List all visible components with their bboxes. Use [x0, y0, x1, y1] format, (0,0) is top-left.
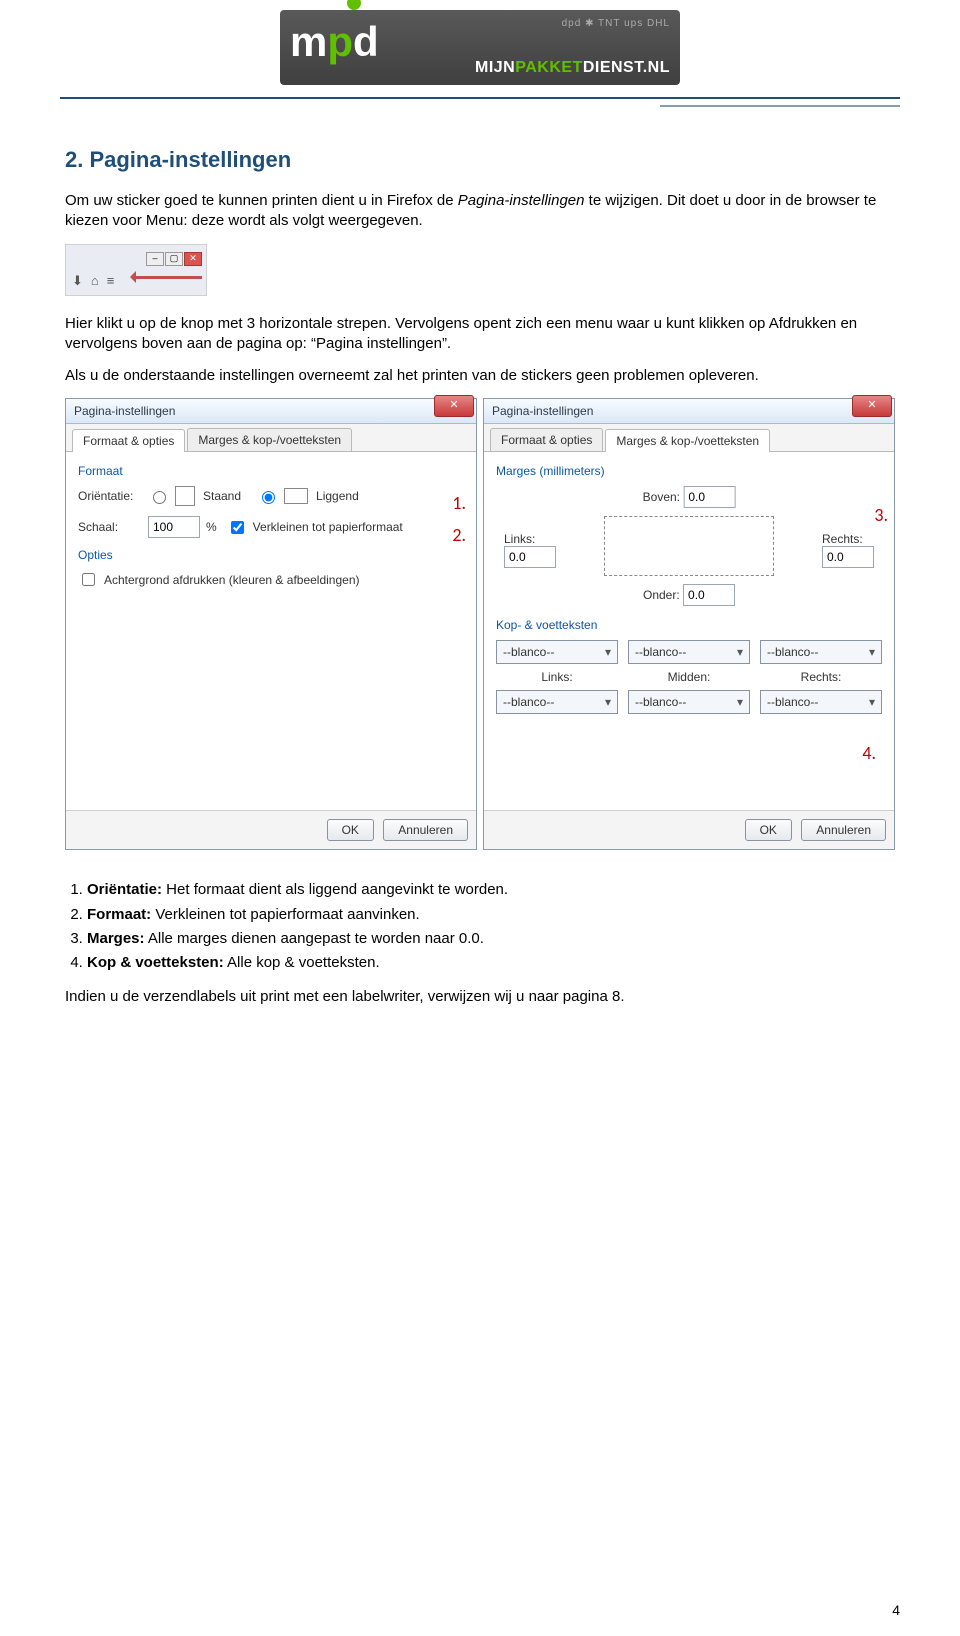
close-icon[interactable]: ✕ [852, 395, 892, 417]
divider [60, 97, 900, 99]
scale-input[interactable] [148, 516, 200, 538]
annotation-4: 4. [862, 742, 876, 764]
menu-icon: ≡ [107, 273, 115, 288]
ok-button[interactable]: OK [745, 819, 792, 841]
margin-top-input[interactable] [683, 486, 735, 508]
header-center-select[interactable]: --blanco-- [628, 640, 750, 664]
tab-format-opties[interactable]: Formaat & opties [72, 429, 185, 452]
header-left-select[interactable]: --blanco-- [496, 640, 618, 664]
margin-bottom-input[interactable] [683, 584, 735, 606]
ok-button[interactable]: OK [327, 819, 374, 841]
footer-left-select[interactable]: --blanco-- [496, 690, 618, 714]
page-setup-dialog-marges: Pagina-instellingen ✕ Formaat & opties M… [483, 398, 895, 850]
intro-paragraph-2: Hier klikt u op de knop met 3 horizontal… [65, 314, 895, 355]
intro-paragraph-3: Als u de onderstaande instellingen overn… [65, 366, 895, 386]
closing-paragraph: Indien u de verzendlabels uit print met … [65, 987, 895, 1007]
checkbox-verkleinen[interactable] [231, 521, 244, 534]
tab-marges[interactable]: Marges & kop-/voetteksten [605, 429, 770, 452]
footer-right-select[interactable]: --blanco-- [760, 690, 882, 714]
header-right-select[interactable]: --blanco-- [760, 640, 882, 664]
close-icon[interactable]: ✕ [434, 395, 474, 417]
margin-left-input[interactable] [504, 546, 556, 568]
footer-center-select[interactable]: --blanco-- [628, 690, 750, 714]
margin-right-input[interactable] [822, 546, 874, 568]
cancel-button[interactable]: Annuleren [383, 819, 468, 841]
checkbox-achtergrond[interactable] [82, 573, 95, 586]
dialog-title: Pagina-instellingen [74, 404, 175, 418]
landscape-icon [284, 488, 308, 504]
tab-format-opties[interactable]: Formaat & opties [490, 428, 603, 451]
radio-staand[interactable] [153, 491, 166, 504]
annotation-2: 2. [452, 524, 466, 546]
download-icon: ⬇ [72, 273, 83, 289]
page-number: 4 [892, 1602, 900, 1618]
red-arrow-icon [124, 272, 202, 282]
intro-paragraph-1: Om uw sticker goed te kunnen printen die… [65, 191, 895, 232]
tab-marges[interactable]: Marges & kop-/voetteksten [187, 428, 352, 451]
header-logo: mpd dpd ✱ TNT ups DHL MIJNPAKKETDIENST.N… [0, 0, 960, 89]
annotation-3: 3. [874, 504, 888, 526]
margins-preview [604, 516, 774, 576]
radio-liggend[interactable] [262, 491, 275, 504]
dialog-title: Pagina-instellingen [492, 404, 593, 418]
instruction-list: Oriëntatie: Het formaat dient als liggen… [87, 880, 895, 973]
toolbar-screenshot: –▢✕ ⬇ ⌂ ≡ [65, 244, 207, 296]
annotation-1: 1. [452, 492, 466, 514]
page-setup-dialog-format: Pagina-instellingen ✕ Formaat & opties M… [65, 398, 477, 850]
cancel-button[interactable]: Annuleren [801, 819, 886, 841]
portrait-icon [175, 486, 195, 506]
section-title: 2. Pagina-instellingen [65, 147, 895, 173]
home-icon: ⌂ [91, 273, 99, 288]
dialog-screenshots: Pagina-instellingen ✕ Formaat & opties M… [65, 398, 895, 850]
